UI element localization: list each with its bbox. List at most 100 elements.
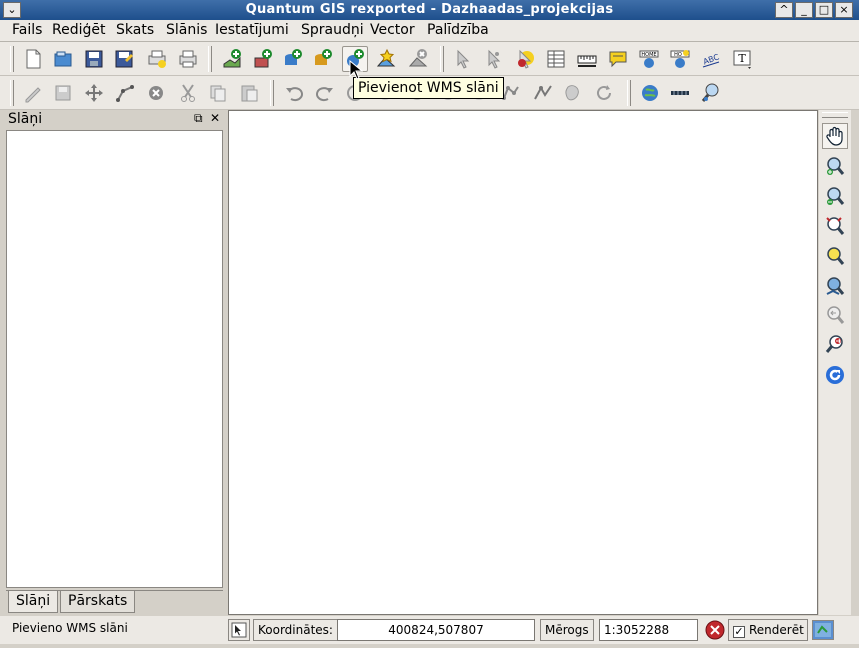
coordinates-field[interactable]: 400824,507807 [337,619,535,641]
toolbar-grip[interactable] [627,80,631,106]
tooltip: Pievienot WMS slāni [353,77,504,99]
toolbar-grip[interactable] [10,80,14,106]
scale-field[interactable]: 1:3052288 [599,619,698,641]
toolbar-grip[interactable] [208,46,212,72]
identify-icon[interactable] [450,46,476,72]
text-annotation-icon[interactable]: T [730,46,756,72]
cut-features-icon[interactable] [175,80,201,106]
map-canvas[interactable] [228,110,818,615]
node-tool-icon[interactable] [112,80,138,106]
select-icon[interactable] [481,46,507,72]
toggle-extents-button[interactable] [228,619,250,641]
redo-icon[interactable] [312,80,338,106]
render-checkbox[interactable]: ✓ [733,626,745,638]
window-title: Quantum GIS rexported - Dazhaadas_projek… [245,2,614,17]
stop-render-icon [705,620,725,640]
undo-icon[interactable] [281,80,307,106]
zoom-full-icon[interactable] [822,213,848,239]
attribute-table-icon[interactable] [543,46,569,72]
minimize-icon: _ [801,3,807,16]
merge-icon[interactable] [560,80,586,106]
mouse-pointer-icon [231,622,247,638]
refresh-icon[interactable] [822,362,848,388]
toolbar-grip[interactable] [270,80,274,106]
new-bookmark-icon[interactable]: HO [667,46,693,72]
layers-list[interactable] [6,130,223,588]
save-as-icon[interactable] [111,46,137,72]
menu-vector[interactable]: Vector [370,22,415,38]
rotate-point-icon[interactable] [591,80,617,106]
menu-skats[interactable]: Skats [116,22,154,38]
layers-panel-title: Slāņi [8,111,43,127]
mouse-cursor-icon [349,60,363,80]
file-toolbar: HOME HO ABC T [0,42,859,76]
move-feature-icon[interactable] [81,80,107,106]
projection-button[interactable] [812,620,834,640]
maximize-icon: □ [818,3,830,16]
tab-overview[interactable]: Pārskats [60,591,136,613]
new-project-icon[interactable] [20,46,46,72]
search-zoom-icon[interactable] [698,80,724,106]
open-project-icon[interactable] [50,46,76,72]
coordinates-label: Koordinātes: [253,619,338,641]
toolbar-grip[interactable] [822,112,848,118]
render-label: Renderēt [749,623,804,637]
pan-icon[interactable] [822,123,848,149]
save-edits-icon[interactable] [50,80,76,106]
menu-spraudni[interactable]: Spraudņi [301,22,364,38]
new-vector-layer-icon[interactable] [373,46,399,72]
status-bar: Pievieno WMS slāni Koordinātes: 400824,5… [0,616,859,644]
menu-rediget[interactable]: Rediģēt [52,22,105,38]
copy-features-icon[interactable] [205,80,231,106]
spatial-bookmark-home-icon[interactable]: HOME [636,46,662,72]
add-vector-layer-icon[interactable] [219,46,245,72]
delete-selected-icon[interactable] [143,80,169,106]
measure-line-icon[interactable] [667,80,693,106]
svg-text:HO: HO [674,52,682,58]
collapse-button[interactable]: ^ [775,2,793,18]
stop-render-button[interactable] [705,620,725,640]
add-spatialite-layer-icon[interactable] [310,46,336,72]
tab-layers[interactable]: Slāņi [8,591,59,613]
toolbar-grip[interactable] [440,46,444,72]
menu-palidziba[interactable]: Palīdzība [427,22,489,38]
map-tips-icon[interactable] [605,46,631,72]
toolbar-grip[interactable] [10,46,14,72]
float-icon[interactable]: ⧉ [194,111,203,126]
measure-icon[interactable] [574,46,600,72]
remove-layer-icon[interactable] [405,46,431,72]
zoom-out-icon[interactable] [822,183,848,209]
print-icon[interactable] [175,46,201,72]
zoom-to-selection-icon[interactable] [822,243,848,269]
zoom-next-icon[interactable] [822,331,848,357]
zoom-to-layer-icon[interactable] [822,273,848,299]
svg-text:HOME: HOME [641,52,656,58]
projection-icon [815,623,831,637]
map-navigation-toolbar [819,110,851,615]
close-button[interactable]: × [835,2,853,18]
close-icon[interactable]: ✕ [210,111,220,125]
scale-label: Mērogs [540,619,594,641]
minimize-button[interactable]: _ [795,2,813,18]
paste-features-icon[interactable] [236,80,262,106]
menu-slanis[interactable]: Slānis [166,22,207,38]
render-toggle[interactable]: ✓ Renderēt [728,619,808,641]
toggle-editing-icon[interactable] [20,80,46,106]
split-icon[interactable] [530,80,556,106]
layers-panel-header: Slāņi ⧉ ✕ [4,110,226,130]
deselect-icon[interactable] [512,46,538,72]
layers-panel-tabs: Slāņi Pārskats [6,590,223,614]
add-raster-layer-icon[interactable] [250,46,276,72]
print-composer-icon[interactable] [144,46,170,72]
label-icon[interactable]: ABC [698,46,724,72]
menu-fails[interactable]: Fails [12,22,42,38]
maximize-button[interactable]: □ [815,2,833,18]
svg-text:T: T [738,52,746,65]
save-project-icon[interactable] [81,46,107,72]
collapse-icon: ^ [779,3,789,16]
add-postgis-layer-icon[interactable] [280,46,306,72]
georeferencer-icon[interactable] [637,80,663,106]
zoom-last-icon[interactable] [822,302,848,328]
menu-iestatijumi[interactable]: Iestatījumi [215,22,289,38]
zoom-in-icon[interactable] [822,153,848,179]
